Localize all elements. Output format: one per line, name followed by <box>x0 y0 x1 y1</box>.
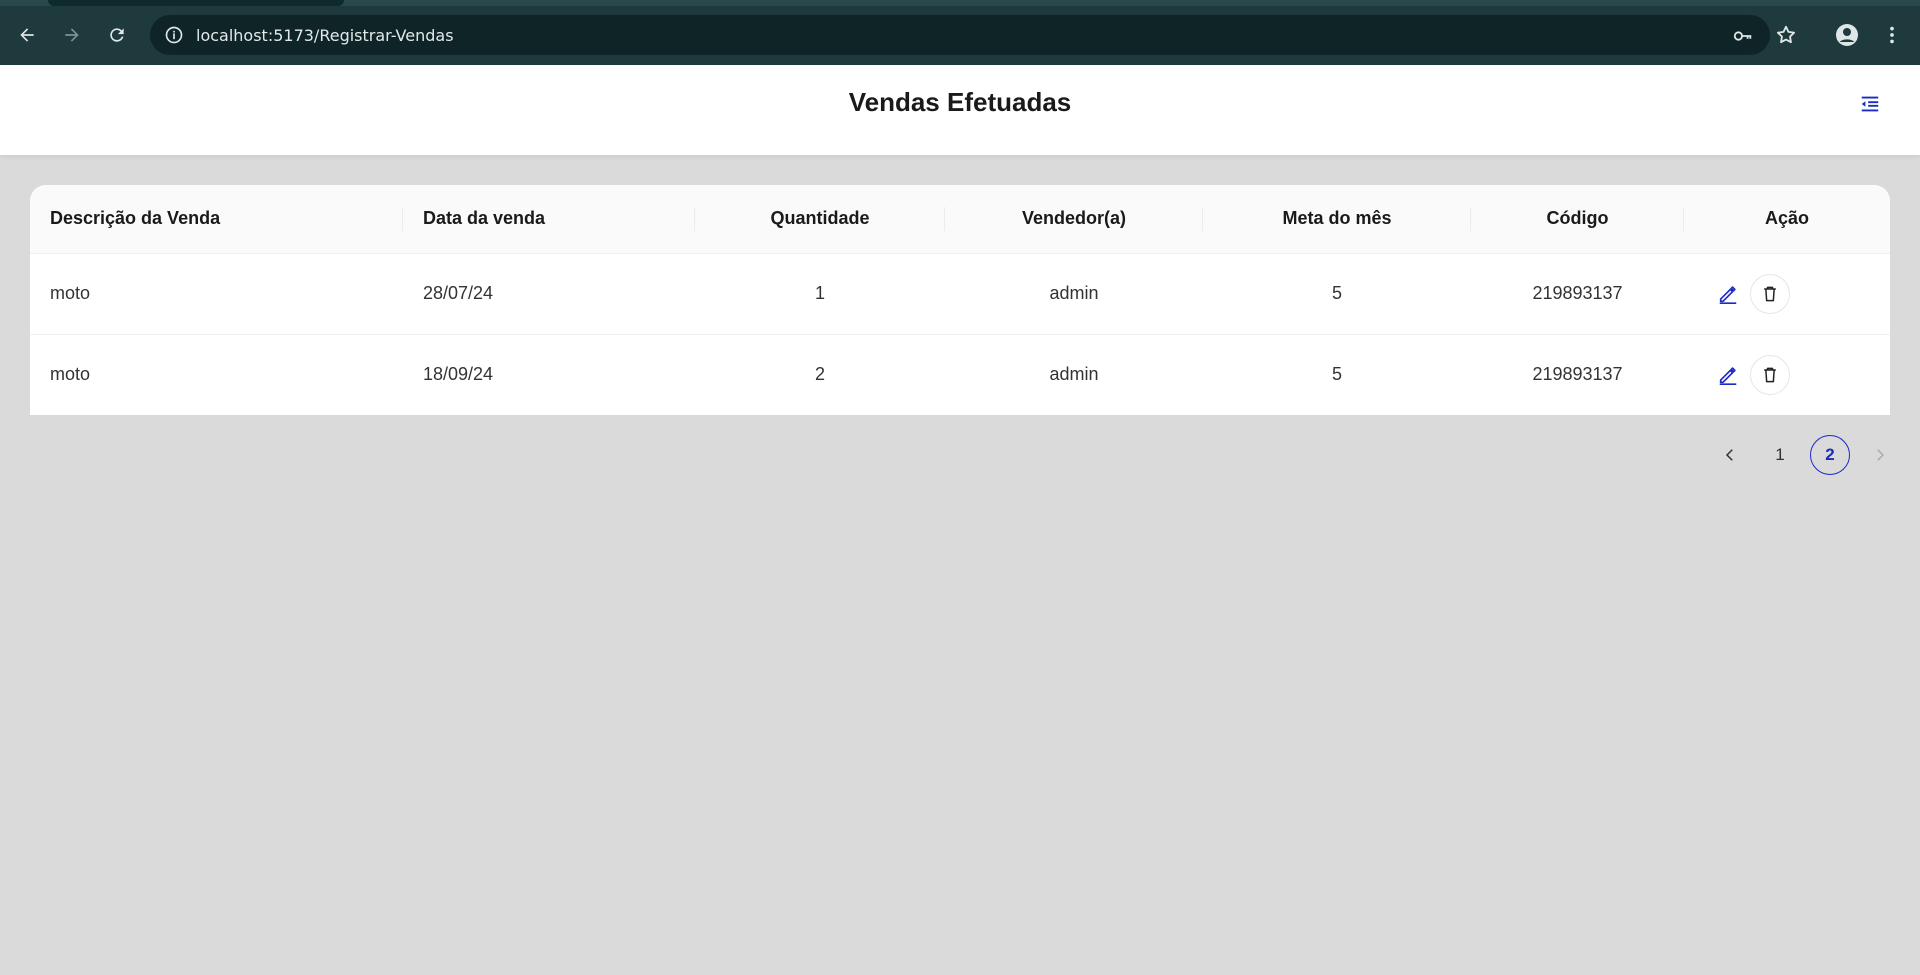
column-header-data: Data da venda <box>403 185 695 253</box>
row-actions <box>1704 354 1870 395</box>
bookmark-star-icon[interactable] <box>1770 19 1802 51</box>
sidebar-toggle-icon[interactable] <box>1858 92 1882 116</box>
cell-acao <box>1684 253 1890 334</box>
column-header-meta: Meta do mês <box>1203 185 1471 253</box>
sales-table-card: Descrição da Venda Data da venda Quantid… <box>30 185 1890 415</box>
tab-strip <box>0 0 1920 6</box>
page-button-2[interactable]: 2 <box>1810 435 1850 475</box>
column-header-vendedor: Vendedor(a) <box>945 185 1203 253</box>
active-tab[interactable] <box>48 0 344 6</box>
chevron-right-icon <box>1877 449 1885 461</box>
cell-data: 18/09/24 <box>423 364 494 385</box>
cell-quantidade: 2 <box>814 364 825 385</box>
table-header-row: Descrição da Venda Data da venda Quantid… <box>30 185 1890 253</box>
edit-icon[interactable] <box>1714 280 1742 308</box>
site-info-icon[interactable] <box>164 25 184 45</box>
cell-vendedor: admin <box>1049 364 1099 385</box>
cell-data: 28/07/24 <box>423 283 494 303</box>
cell-meta: 5 <box>1331 283 1342 303</box>
cell-meta: 5 <box>1331 364 1342 385</box>
cell-acao <box>1684 334 1890 415</box>
cell-descricao: moto <box>50 364 91 385</box>
cell-codigo: 219893137 <box>1532 364 1623 385</box>
url-text[interactable]: localhost:5173/Registrar-Vendas <box>196 26 454 45</box>
delete-button[interactable] <box>1750 354 1790 395</box>
address-bar[interactable]: localhost:5173/Registrar-Vendas <box>150 15 1770 55</box>
cell-descricao: moto <box>50 283 91 303</box>
cell-codigo: 219893137 <box>1532 283 1623 303</box>
edit-icon[interactable] <box>1714 361 1742 389</box>
trash-icon <box>1764 367 1776 383</box>
browser-chrome: localhost:5173/Registrar-Vendas <box>0 0 1920 65</box>
cell-quantidade: 1 <box>814 283 825 303</box>
chevron-left-icon <box>1725 449 1733 461</box>
column-header-quantidade: Quantidade <box>695 185 945 253</box>
reload-icon[interactable] <box>101 19 133 51</box>
pagination: 1 2 <box>1700 435 1900 475</box>
delete-button[interactable] <box>1750 273 1790 314</box>
profile-icon[interactable] <box>1831 19 1863 51</box>
column-header-descricao: Descrição da Venda <box>30 185 403 253</box>
table-row: moto 28/07/24 1 admin 5 219893137 <box>30 253 1890 334</box>
forward-icon[interactable] <box>56 19 88 51</box>
trash-icon <box>1764 286 1776 301</box>
sales-table: Descrição da Venda Data da venda Quantid… <box>30 185 1890 415</box>
previous-page-button[interactable] <box>1710 435 1750 475</box>
table-row: moto 18/09/24 2 admin 5 219893137 <box>30 334 1890 415</box>
page-title: Vendas Efetuadas <box>848 87 1072 117</box>
menu-dots-icon[interactable] <box>1876 19 1908 51</box>
app-header: Vendas Efetuadas <box>0 65 1920 155</box>
row-actions <box>1704 273 1870 314</box>
column-header-codigo: Código <box>1471 185 1684 253</box>
back-icon[interactable] <box>11 19 43 51</box>
next-page-button[interactable] <box>1860 435 1900 475</box>
cell-vendedor: admin <box>1049 283 1099 303</box>
page-button-1[interactable]: 1 <box>1760 435 1800 475</box>
password-key-icon[interactable] <box>1732 25 1754 47</box>
column-header-acao: Ação <box>1764 208 1809 229</box>
